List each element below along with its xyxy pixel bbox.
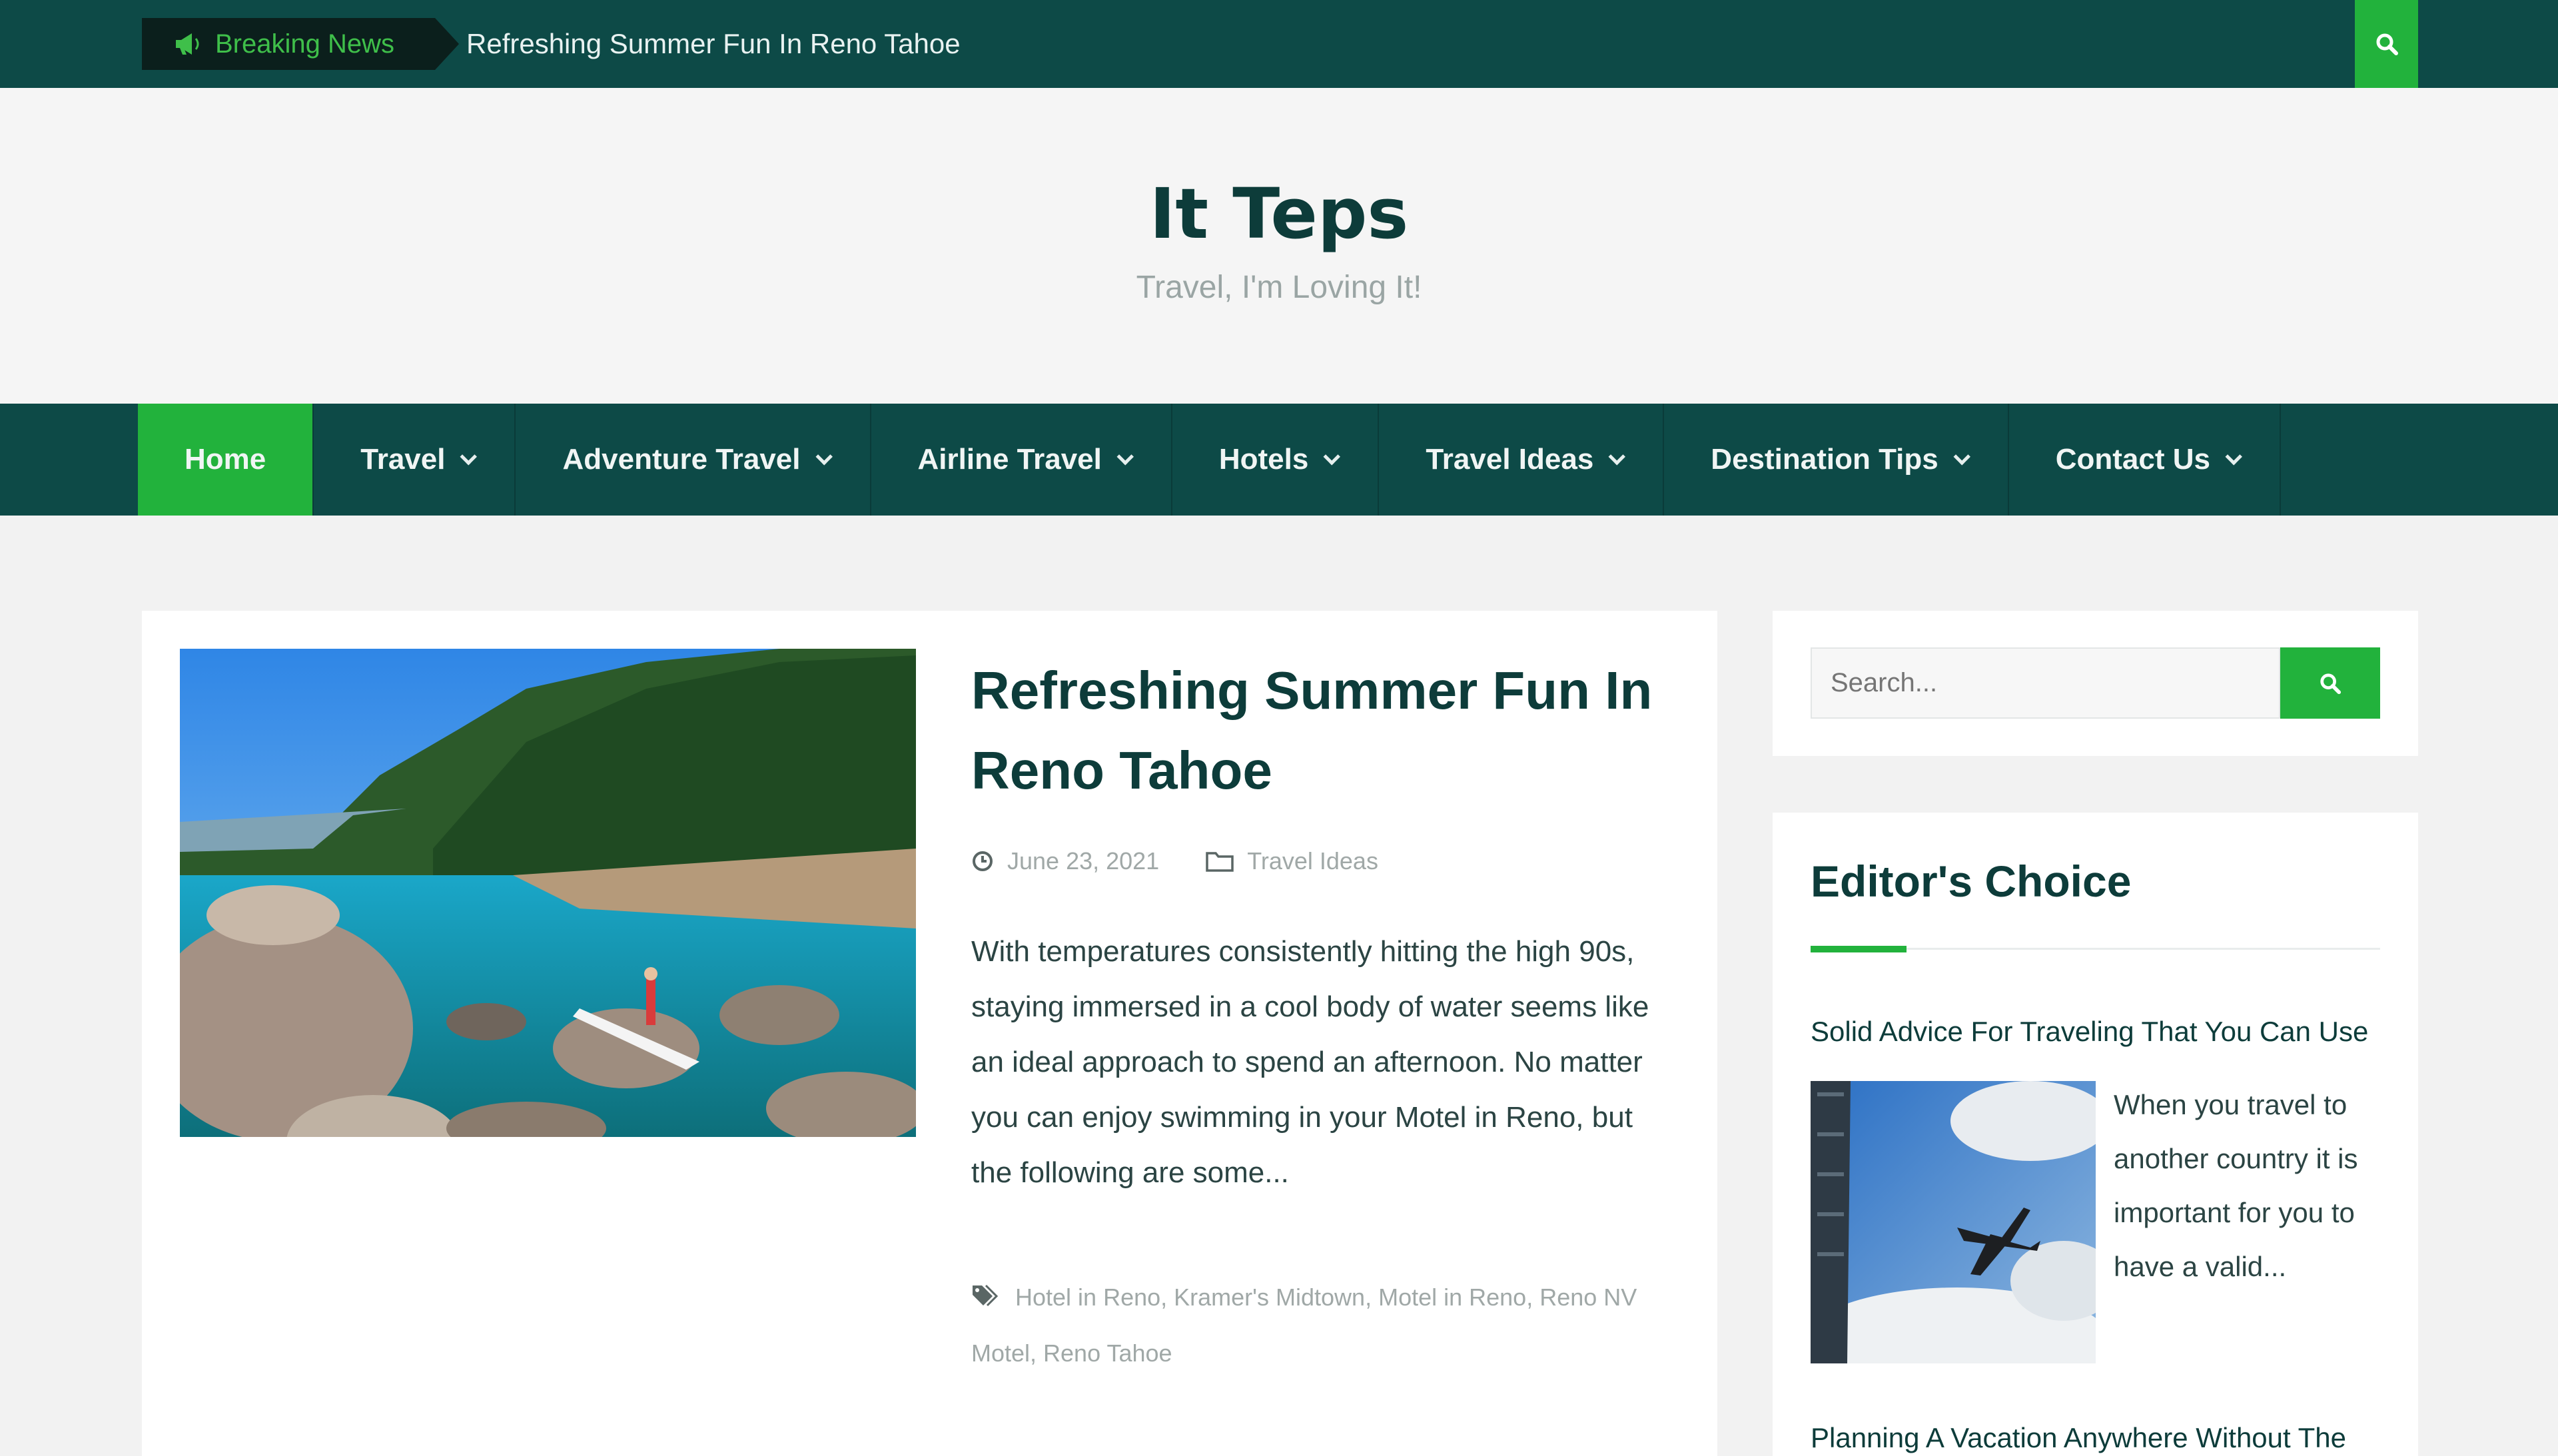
nav-item-airline-travel[interactable]: Airline Travel <box>871 404 1172 516</box>
editors-item-thumbnail[interactable] <box>1811 1081 2096 1363</box>
nav-item-adventure-travel[interactable]: Adventure Travel <box>516 404 871 516</box>
chevron-down-icon <box>815 448 833 466</box>
post-category-link[interactable]: Travel Ideas <box>1247 847 1378 875</box>
tags-icon <box>971 1272 1001 1326</box>
sidebar-search-input[interactable] <box>1811 647 2280 719</box>
clock-icon <box>971 850 994 873</box>
editors-item-title-link[interactable]: Planning A Vacation Anywhere Without The <box>1811 1422 2410 1454</box>
nav-item-hotels[interactable]: Hotels <box>1172 404 1380 516</box>
nav-item-label: Home <box>185 443 266 476</box>
heading-accent-bar <box>1811 946 1907 952</box>
chevron-down-icon <box>1323 448 1341 466</box>
post-title-link[interactable]: Refreshing Summer Fun In Reno Tahoe <box>971 651 1664 811</box>
nav-item-travel[interactable]: Travel <box>314 404 516 516</box>
megaphone-icon <box>162 18 215 70</box>
news-ticker-link[interactable]: Refreshing Summer Fun In Reno Tahoe <box>466 0 961 88</box>
featured-post-card: Refreshing Summer Fun In Reno Tahoe June… <box>142 611 1717 1456</box>
widget-heading: Editor's Choice <box>1811 857 2132 906</box>
chevron-down-icon <box>2225 448 2242 466</box>
nav-item-label: Destination Tips <box>1711 443 1938 476</box>
nav-item-label: Airline Travel <box>917 443 1102 476</box>
top-search-button[interactable] <box>2355 0 2418 88</box>
nav-item-home[interactable]: Home <box>138 404 314 516</box>
nav-item-contact-us[interactable]: Contact Us <box>2009 404 2281 516</box>
chevron-down-icon <box>1116 448 1134 466</box>
editors-choice-widget: Editor's Choice Solid Advice For Traveli… <box>1773 813 2418 1456</box>
post-meta: June 23, 2021 Travel Ideas <box>971 847 1378 875</box>
breaking-news-badge: Breaking News <box>142 18 459 70</box>
site-tagline: Travel, I'm Loving It! <box>1136 270 1422 305</box>
nav-item-label: Adventure Travel <box>562 443 801 476</box>
top-bar: Breaking News Refreshing Summer Fun In R… <box>0 0 2558 88</box>
nav-item-label: Hotels <box>1218 443 1309 476</box>
main-nav: Home Travel Adventure Travel Airline Tra… <box>0 404 2558 516</box>
folder-icon <box>1206 851 1234 872</box>
nav-item-travel-ideas[interactable]: Travel Ideas <box>1379 404 1665 516</box>
search-icon <box>2376 33 2398 55</box>
sidebar-search-button[interactable] <box>2280 647 2380 719</box>
search-icon <box>2320 673 2342 694</box>
chevron-down-icon <box>460 448 478 466</box>
editors-item-title-link[interactable]: Solid Advice For Traveling That You Can … <box>1811 1016 2390 1048</box>
post-featured-image[interactable] <box>180 649 916 1137</box>
nav-item-label: Travel <box>360 443 446 476</box>
post-tags-list[interactable]: Hotel in Reno, Kramer's Midtown, Motel i… <box>971 1283 1637 1367</box>
chevron-down-icon <box>1953 448 1970 466</box>
chevron-down-icon <box>1608 448 1626 466</box>
editors-item-excerpt: When you travel to another country it is… <box>2114 1089 2358 1282</box>
post-excerpt: With temperatures consistently hitting t… <box>971 935 1649 1189</box>
nav-item-destination-tips[interactable]: Destination Tips <box>1664 404 2009 516</box>
site-title[interactable]: It Teps <box>0 173 2558 254</box>
post-tags: Hotel in Reno, Kramer's Midtown, Motel i… <box>971 1270 1664 1381</box>
post-date[interactable]: June 23, 2021 <box>1007 847 1159 875</box>
site-header: It Teps Travel, I'm Loving It! <box>0 88 2558 404</box>
nav-item-label: Contact Us <box>2055 443 2210 476</box>
nav-item-label: Travel Ideas <box>1426 443 1594 476</box>
breaking-news-label: Breaking News <box>215 29 395 59</box>
sidebar-search-widget <box>1773 611 2418 756</box>
